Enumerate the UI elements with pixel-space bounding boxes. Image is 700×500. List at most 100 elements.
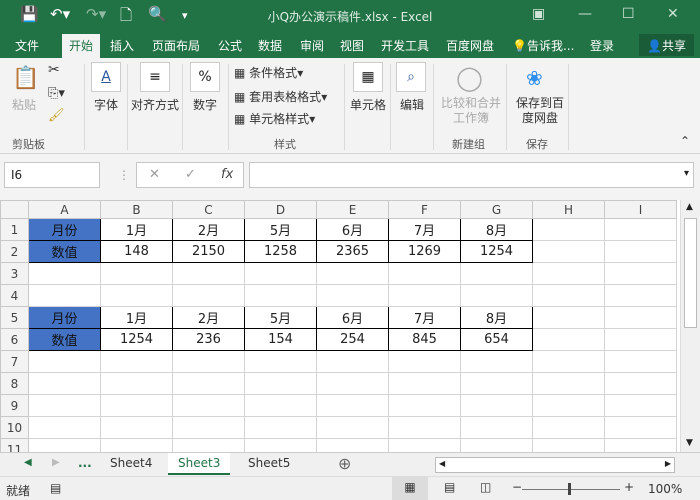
tab-data[interactable]: 数据 xyxy=(258,37,282,54)
cell[interactable] xyxy=(532,416,605,439)
cell[interactable] xyxy=(172,350,245,373)
cell[interactable]: 月份 xyxy=(28,218,101,241)
cell[interactable] xyxy=(316,416,389,439)
row-header[interactable]: 1 xyxy=(0,218,29,241)
cell[interactable] xyxy=(28,350,101,373)
add-sheet-icon[interactable]: ⊕ xyxy=(338,454,351,473)
row-header[interactable]: 9 xyxy=(0,394,29,417)
tab-developer[interactable]: 开发工具 xyxy=(381,37,429,54)
row-header[interactable]: 3 xyxy=(0,262,29,285)
cell[interactable] xyxy=(388,284,461,307)
macro-record-icon[interactable]: ▤ xyxy=(50,481,61,495)
cell[interactable] xyxy=(532,306,605,329)
cell[interactable] xyxy=(604,438,677,452)
sheet-tab-sheet3[interactable]: Sheet3 xyxy=(168,453,231,475)
percent-icon[interactable]: % xyxy=(190,62,220,92)
number-button[interactable]: 数字 xyxy=(193,96,217,113)
zoom-level[interactable]: 100% xyxy=(648,482,682,496)
row-header[interactable]: 10 xyxy=(0,416,29,439)
cell[interactable]: 5月 xyxy=(244,306,317,329)
cell[interactable] xyxy=(172,284,245,307)
cell[interactable] xyxy=(28,416,101,439)
cell[interactable]: 5月 xyxy=(244,218,317,241)
zoom-slider[interactable] xyxy=(522,489,620,490)
scroll-down-icon[interactable]: ▼ xyxy=(686,438,693,448)
cell[interactable] xyxy=(604,240,677,263)
cell[interactable] xyxy=(604,394,677,417)
cell[interactable]: 8月 xyxy=(460,306,533,329)
scroll-thumb[interactable] xyxy=(684,218,697,328)
cell[interactable] xyxy=(100,284,173,307)
cell[interactable] xyxy=(316,372,389,395)
scroll-right-icon[interactable]: ▶ xyxy=(665,459,671,468)
column-header[interactable]: F xyxy=(388,200,461,219)
sheet-tab-sheet5[interactable]: Sheet5 xyxy=(238,453,300,475)
page-break-view-icon[interactable]: ◫ xyxy=(480,480,491,494)
cell[interactable] xyxy=(244,438,317,452)
cells-icon[interactable]: ▦ xyxy=(353,62,383,92)
tab-view[interactable]: 视图 xyxy=(340,37,364,54)
scroll-left-icon[interactable]: ◀ xyxy=(439,459,445,468)
ribbon-display-icon[interactable]: ▣ xyxy=(532,6,545,22)
sheet-tab-sheet4[interactable]: Sheet4 xyxy=(100,453,162,475)
cell[interactable] xyxy=(604,328,677,351)
column-header[interactable]: B xyxy=(100,200,173,219)
zoom-in-button[interactable]: + xyxy=(624,480,634,494)
horizontal-scrollbar[interactable]: ◀ ▶ xyxy=(435,457,675,473)
cell[interactable] xyxy=(532,438,605,452)
cell[interactable]: 1258 xyxy=(244,240,317,263)
compare-icon[interactable]: ◯ xyxy=(456,64,483,92)
cell[interactable] xyxy=(388,350,461,373)
format-painter-icon[interactable]: 🖌 xyxy=(48,108,65,123)
cell[interactable] xyxy=(532,372,605,395)
cell[interactable]: 254 xyxy=(316,328,389,351)
cell[interactable] xyxy=(100,416,173,439)
cell[interactable] xyxy=(604,416,677,439)
cell[interactable]: 1254 xyxy=(100,328,173,351)
cell[interactable] xyxy=(604,284,677,307)
cell[interactable] xyxy=(244,284,317,307)
cell[interactable] xyxy=(316,284,389,307)
cell[interactable]: 1269 xyxy=(388,240,461,263)
tab-baidu[interactable]: 百度网盘 xyxy=(446,37,494,54)
cells-button[interactable]: 单元格 xyxy=(350,96,386,113)
paste-button[interactable]: 粘贴 xyxy=(12,96,36,113)
cell[interactable] xyxy=(532,394,605,417)
cell[interactable] xyxy=(460,262,533,285)
cell[interactable] xyxy=(172,438,245,452)
align-button[interactable]: 对齐方式 xyxy=(131,96,179,113)
cell[interactable] xyxy=(316,350,389,373)
cell[interactable] xyxy=(100,438,173,452)
formula-input[interactable] xyxy=(249,162,694,188)
cell[interactable] xyxy=(532,262,605,285)
vertical-scrollbar[interactable]: ▲ ▼ xyxy=(680,200,700,452)
collapse-ribbon-icon[interactable]: ⌃ xyxy=(680,134,690,148)
cell[interactable]: 1月 xyxy=(100,218,173,241)
search-icon[interactable]: ⌕ xyxy=(396,62,426,92)
cell[interactable] xyxy=(172,262,245,285)
tab-insert[interactable]: 插入 xyxy=(110,37,134,54)
font-button[interactable]: 字体 xyxy=(94,96,118,113)
cell[interactable] xyxy=(604,372,677,395)
normal-view-icon[interactable]: ▦ xyxy=(392,477,428,500)
column-header[interactable]: A xyxy=(28,200,101,219)
cell[interactable] xyxy=(460,350,533,373)
cell[interactable] xyxy=(172,416,245,439)
cancel-icon[interactable]: ✕ xyxy=(149,167,160,182)
cell[interactable]: 654 xyxy=(460,328,533,351)
cell[interactable] xyxy=(388,394,461,417)
spreadsheet-grid[interactable]: A B C D E F G H I 1 月份 1月 2月 5月 6月 7月 8月 2 数值 148 2150 1258 23… xyxy=(0,200,680,452)
row-header[interactable]: 11 xyxy=(0,438,29,452)
cell[interactable] xyxy=(28,284,101,307)
cell[interactable] xyxy=(244,416,317,439)
save-baidu-button[interactable]: 保存到百度网盘 xyxy=(512,96,568,126)
maximize-icon[interactable]: ☐ xyxy=(622,6,635,22)
column-header[interactable]: H xyxy=(532,200,605,219)
cell[interactable] xyxy=(388,416,461,439)
tab-file[interactable]: 文件 xyxy=(15,37,39,54)
cell[interactable] xyxy=(28,262,101,285)
table-format-button[interactable]: ▦ 套用表格格式▾ xyxy=(234,88,327,105)
tab-page-layout[interactable]: 页面布局 xyxy=(152,37,200,54)
cell[interactable] xyxy=(244,372,317,395)
cell[interactable] xyxy=(532,284,605,307)
